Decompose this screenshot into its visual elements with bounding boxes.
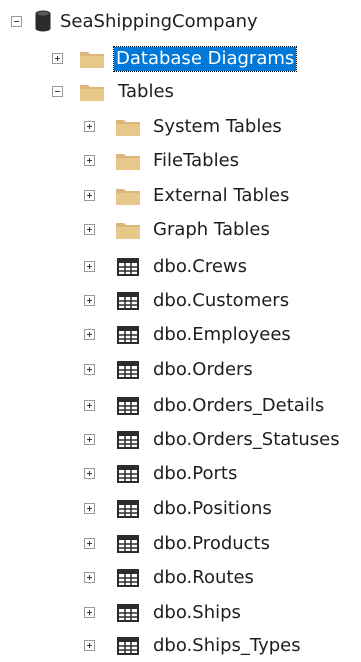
table-icon bbox=[117, 569, 139, 592]
expand-toggle[interactable] bbox=[84, 607, 95, 618]
tree-node-table[interactable]: dbo.Employees bbox=[0, 319, 361, 351]
folder-icon bbox=[79, 49, 105, 74]
collapse-toggle[interactable] bbox=[11, 16, 22, 27]
expand-toggle[interactable] bbox=[84, 468, 95, 479]
table-icon bbox=[117, 535, 139, 558]
table-icon bbox=[117, 397, 139, 420]
expand-toggle[interactable] bbox=[84, 329, 95, 340]
tree-node-label: dbo.Routes bbox=[153, 567, 254, 588]
expand-toggle[interactable] bbox=[84, 190, 95, 201]
folder-icon bbox=[115, 151, 141, 176]
tree-node-label: Tables bbox=[118, 81, 174, 102]
tree-node-table[interactable]: dbo.Ports bbox=[0, 458, 361, 490]
expand-toggle[interactable] bbox=[84, 121, 95, 132]
table-icon bbox=[117, 465, 139, 488]
tree-node-table[interactable]: dbo.Ships bbox=[0, 597, 361, 629]
expand-toggle[interactable] bbox=[84, 503, 95, 514]
tree-node-table[interactable]: dbo.Positions bbox=[0, 493, 361, 525]
tree-node-table[interactable]: dbo.Ships_Types bbox=[0, 630, 361, 662]
tree-node-tables[interactable]: Tables bbox=[0, 76, 361, 108]
expand-toggle[interactable] bbox=[84, 400, 95, 411]
tree-node-table[interactable]: dbo.Customers bbox=[0, 285, 361, 317]
expand-toggle[interactable] bbox=[52, 53, 63, 64]
table-icon bbox=[117, 292, 139, 315]
tree-node-database[interactable]: SeaShippingCompany bbox=[0, 6, 361, 38]
table-icon bbox=[117, 326, 139, 349]
tree-node-label: FileTables bbox=[153, 150, 240, 171]
table-icon bbox=[117, 431, 139, 454]
table-icon bbox=[117, 258, 139, 281]
table-icon bbox=[117, 500, 139, 523]
tree-node-label: dbo.Orders_Statuses bbox=[153, 429, 340, 450]
table-icon bbox=[117, 361, 139, 384]
tree-node-label: dbo.Employees bbox=[153, 324, 291, 345]
tree-node-filetables[interactable]: FileTables bbox=[0, 145, 361, 177]
tree-node-label: System Tables bbox=[153, 116, 282, 137]
object-explorer-tree: SeaShippingCompany Database Diagrams Tab… bbox=[0, 0, 361, 659]
tree-node-system-tables[interactable]: System Tables bbox=[0, 111, 361, 143]
tree-node-label: dbo.Ships_Types bbox=[153, 635, 301, 656]
tree-node-table[interactable]: dbo.Crews bbox=[0, 251, 361, 283]
tree-node-label: dbo.Ports bbox=[153, 463, 238, 484]
collapse-toggle[interactable] bbox=[52, 86, 63, 97]
tree-node-label: External Tables bbox=[153, 185, 290, 206]
tree-node-label: dbo.Products bbox=[153, 533, 270, 554]
folder-icon bbox=[79, 82, 105, 107]
tree-node-label: Graph Tables bbox=[153, 219, 270, 240]
expand-toggle[interactable] bbox=[84, 434, 95, 445]
tree-node-external-tables[interactable]: External Tables bbox=[0, 180, 361, 212]
folder-icon bbox=[115, 186, 141, 211]
tree-node-label: dbo.Orders_Details bbox=[153, 395, 325, 416]
tree-node-table[interactable]: dbo.Orders_Details bbox=[0, 390, 361, 422]
expand-toggle[interactable] bbox=[84, 364, 95, 375]
tree-node-label: dbo.Orders bbox=[153, 359, 253, 380]
tree-node-table[interactable]: dbo.Orders_Statuses bbox=[0, 424, 361, 456]
expand-toggle[interactable] bbox=[84, 155, 95, 166]
tree-node-label: dbo.Customers bbox=[153, 290, 290, 311]
tree-node-label: dbo.Positions bbox=[153, 498, 272, 519]
tree-node-label: SeaShippingCompany bbox=[60, 11, 258, 32]
tree-node-label: Database Diagrams bbox=[112, 46, 298, 72]
tree-node-label: dbo.Crews bbox=[153, 256, 248, 277]
expand-toggle[interactable] bbox=[84, 572, 95, 583]
expand-toggle[interactable] bbox=[84, 538, 95, 549]
tree-node-label: dbo.Ships bbox=[153, 602, 241, 623]
folder-icon bbox=[115, 117, 141, 142]
tree-node-table[interactable]: dbo.Orders bbox=[0, 354, 361, 386]
database-icon bbox=[35, 10, 51, 37]
tree-node-table[interactable]: dbo.Products bbox=[0, 528, 361, 560]
expand-toggle[interactable] bbox=[84, 261, 95, 272]
expand-toggle[interactable] bbox=[84, 640, 95, 651]
table-icon bbox=[117, 604, 139, 627]
table-icon bbox=[117, 637, 139, 660]
tree-node-graph-tables[interactable]: Graph Tables bbox=[0, 214, 361, 246]
tree-node-database-diagrams[interactable]: Database Diagrams bbox=[0, 43, 361, 75]
expand-toggle[interactable] bbox=[84, 224, 95, 235]
expand-toggle[interactable] bbox=[84, 295, 95, 306]
folder-icon bbox=[115, 220, 141, 245]
tree-node-table[interactable]: dbo.Routes bbox=[0, 562, 361, 594]
